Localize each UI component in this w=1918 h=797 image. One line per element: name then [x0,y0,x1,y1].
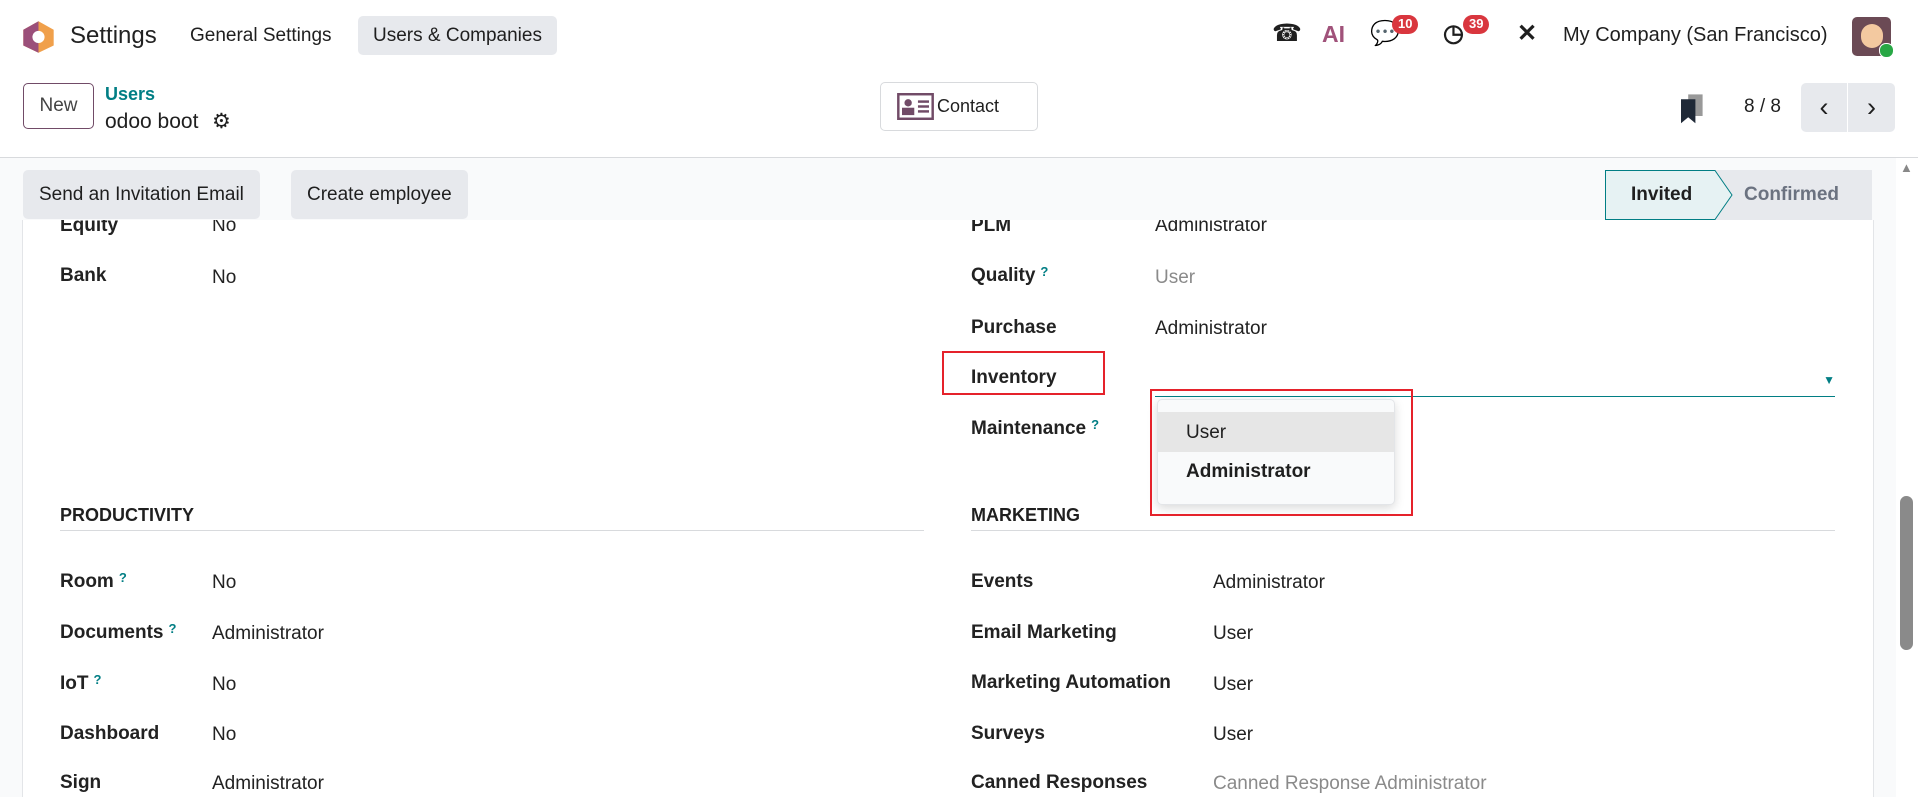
section-divider [60,530,924,531]
top-navbar: Settings General Settings Users & Compan… [0,0,1918,73]
menu-users-companies[interactable]: Users & Companies [358,16,557,55]
company-switcher[interactable]: My Company (San Francisco) [1563,24,1828,47]
debug-tools-icon[interactable]: ✕ [1517,20,1537,48]
field-value-sign[interactable]: Administrator [212,773,324,795]
help-tooltip-icon[interactable]: ? [168,621,176,636]
field-label-surveys: Surveys [971,723,1045,744]
highlight-box-label [942,351,1105,395]
field-value-marketing-automation[interactable]: User [1213,674,1253,696]
gear-icon[interactable]: ⚙ [212,110,231,134]
field-value-email-marketing[interactable]: User [1213,623,1253,645]
field-label-dashboard: Dashboard [60,723,160,744]
highlight-box-dropdown [1150,389,1413,516]
record-name: odoo boot [105,110,199,133]
pager-value[interactable]: 8 / 8 [1744,96,1781,118]
label-text: Maintenance [971,418,1087,439]
pager-previous-button[interactable]: ‹ [1801,83,1848,132]
help-tooltip-icon[interactable]: ? [1040,264,1048,279]
field-value-quality[interactable]: User [1155,267,1195,289]
user-avatar[interactable] [1852,17,1894,58]
send-invitation-button[interactable]: Send an Invitation Email [23,170,260,219]
field-label-room: Room? [60,570,127,593]
contact-smart-button[interactable]: Contact [880,82,1038,131]
field-label-purchase: Purchase [971,317,1057,338]
messages-badge: 10 [1392,15,1419,34]
scroll-up-arrow-icon[interactable]: ▲ [1900,160,1913,176]
stage-invited[interactable]: Invited [1631,184,1692,206]
pager-buttons: ‹ › [1801,83,1895,132]
activities-badge: 39 [1463,15,1490,34]
label-text: Quality [971,265,1036,286]
field-value-documents[interactable]: Administrator [212,623,324,645]
dropdown-caret-icon[interactable]: ▼ [1823,373,1835,388]
odoo-logo-icon[interactable] [22,20,55,54]
field-value-bank[interactable]: No [212,267,236,289]
field-label-sign: Sign [60,772,102,793]
new-button[interactable]: New [23,83,94,129]
activity-clock-icon[interactable]: ◷ [1443,20,1464,48]
vertical-scrollbar[interactable]: ▲ [1896,158,1918,797]
label-text: Documents [60,622,164,643]
form-sheet [22,220,1874,797]
status-pipeline: Invited Confirmed [1605,170,1872,220]
field-label-bank: Bank [60,265,107,286]
field-value-iot[interactable]: No [212,674,236,696]
field-value-room[interactable]: No [212,572,236,594]
field-label-marketing-automation: Marketing Automation [971,672,1171,693]
label-text: Room [60,571,114,592]
label-text: IoT [60,673,89,694]
section-divider [971,530,1835,531]
phone-icon[interactable]: ☎ [1272,20,1302,48]
section-title-marketing: MARKETING [971,505,1080,525]
breadcrumb-users[interactable]: Users [105,84,155,105]
field-value-purchase[interactable]: Administrator [1155,318,1267,340]
pager-next-button[interactable]: › [1848,83,1895,132]
contact-card-icon [897,93,934,120]
stage-confirmed[interactable]: Confirmed [1744,184,1839,206]
field-label-events: Events [971,571,1034,592]
create-employee-button[interactable]: Create employee [291,170,468,219]
field-label-iot: IoT? [60,672,102,695]
ai-icon[interactable]: AI [1322,21,1345,47]
field-label-maintenance: Maintenance? [971,417,1099,440]
field-label-documents: Documents? [60,621,176,644]
bookmark-icon[interactable] [1681,94,1705,126]
menu-general-settings[interactable]: General Settings [175,16,347,55]
field-label-canned-responses: Canned Responses [971,772,1148,793]
scrollbar-thumb[interactable] [1900,496,1913,650]
help-tooltip-icon[interactable]: ? [1091,417,1099,432]
contact-label: Contact [937,96,1000,116]
field-value-events[interactable]: Administrator [1213,572,1325,594]
online-status-icon [1879,43,1894,58]
field-label-quality: Quality? [971,264,1048,287]
field-value-dashboard[interactable]: No [212,724,236,746]
help-tooltip-icon[interactable]: ? [119,570,127,585]
field-value-surveys[interactable]: User [1213,724,1253,746]
field-value-canned-responses[interactable]: Canned Response Administrator [1213,773,1487,795]
field-label-email-marketing: Email Marketing [971,622,1117,643]
section-title-productivity: PRODUCTIVITY [60,505,195,525]
help-tooltip-icon[interactable]: ? [94,672,102,687]
app-title[interactable]: Settings [70,22,157,50]
